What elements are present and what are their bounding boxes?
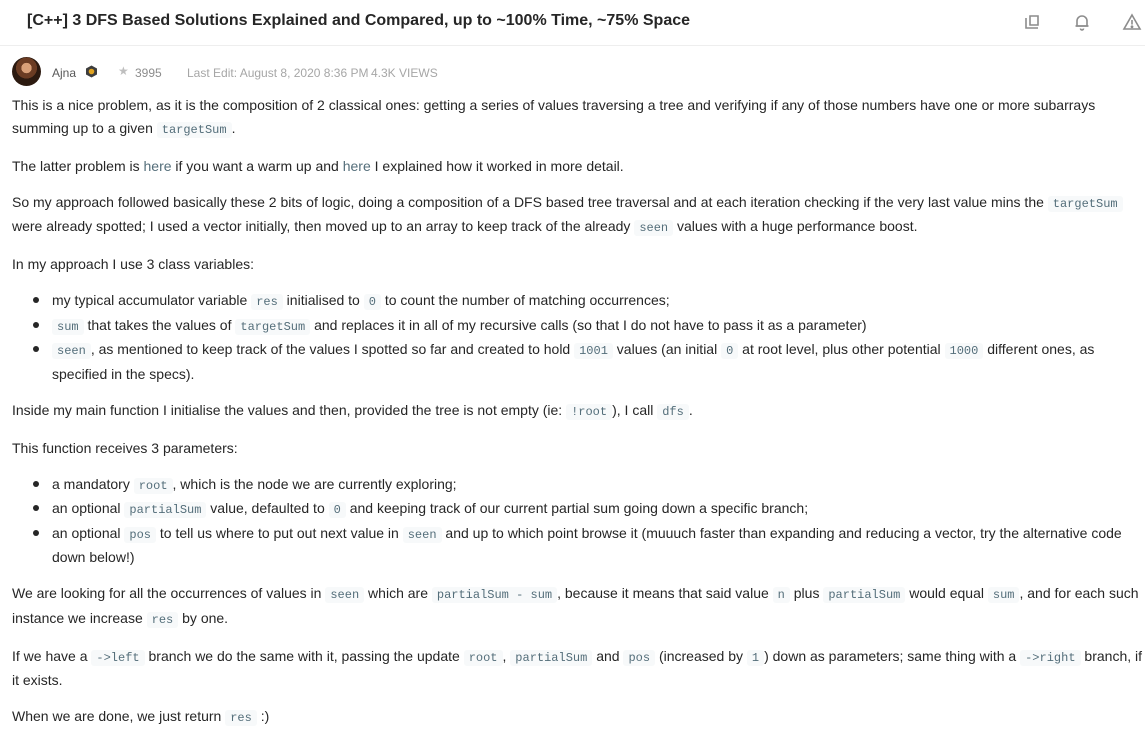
bell-icon[interactable] [1072, 12, 1092, 32]
inline-code: partialSum [510, 649, 593, 666]
author-name[interactable]: Ajna [52, 66, 76, 80]
inline-code: pos [623, 649, 656, 666]
paragraph: When we are done, we just return res :) [12, 708, 270, 726]
list-item: seen, as mentioned to keep track of the … [33, 338, 1145, 385]
list-item: an optional pos to tell us where to put … [33, 522, 1145, 569]
reputation-count: 3995 [135, 66, 162, 80]
paragraph: If we have a ->left branch we do the sam… [12, 647, 1143, 689]
warning-icon[interactable] [1122, 12, 1142, 32]
paragraph: Inside my main function I initialise the… [12, 401, 693, 420]
inline-code: 0 [363, 294, 381, 310]
post-header: [C++] 3 DFS Based Solutions Explained an… [0, 0, 1145, 46]
inline-code: seen [634, 220, 674, 236]
inline-code: 0 [328, 502, 346, 518]
inline-code: !root [566, 403, 613, 420]
inline-code: partialSum - sum [431, 587, 558, 603]
paragraph: This is a nice problem, as it is the com… [12, 97, 1096, 138]
paragraph: So my approach followed basically these … [12, 191, 1145, 240]
inline-code: dfs [657, 403, 689, 420]
inline-code: targetSum [156, 121, 232, 138]
inline-code: pos [124, 526, 157, 543]
list-item: my typical accumulator variable res init… [33, 289, 1145, 314]
inline-code: seen [325, 587, 365, 603]
paragraph: This function receives 3 parameters: [12, 439, 238, 456]
share-icon[interactable] [1022, 12, 1042, 32]
inline-code: root [133, 477, 173, 494]
inline-code: 1001 [574, 343, 613, 359]
view-count: 4.3K VIEWS [371, 66, 438, 80]
paragraph: In my approach I use 3 class variables: [12, 256, 255, 272]
inline-code: targetSum [1047, 195, 1123, 212]
link-warmup[interactable]: here [144, 158, 172, 174]
inline-code: seen [402, 526, 442, 543]
inline-code: 0 [721, 343, 739, 359]
inline-code: res [225, 710, 257, 726]
inline-code: seen [52, 343, 91, 359]
inline-code: sum [52, 318, 84, 335]
star-icon: ★ [118, 64, 129, 78]
inline-code: partialSum [124, 502, 207, 518]
inline-code: 1000 [944, 343, 984, 359]
paragraph: The latter problem is here if you want a… [12, 157, 624, 174]
inline-code: n [772, 587, 790, 603]
badge-icon [85, 65, 98, 78]
post-title: [C++] 3 DFS Based Solutions Explained an… [27, 12, 691, 29]
inline-code: targetSum [235, 318, 311, 335]
inline-code: sum [987, 587, 1020, 603]
inline-code: res [251, 294, 283, 310]
inline-code: res [146, 611, 179, 628]
parameters-list: a mandatory root, which is the node we a… [12, 473, 1145, 569]
class-variables-list: my typical accumulator variable res init… [12, 289, 1145, 385]
inline-code: 1 [746, 649, 765, 666]
inline-code: root [463, 649, 503, 666]
avatar[interactable] [12, 57, 41, 86]
last-edit: Last Edit: August 8, 2020 8:36 PM [187, 66, 369, 80]
list-item: a mandatory root, which is the node we a… [33, 473, 1145, 498]
inline-code: ->left [91, 649, 145, 666]
post-meta: Ajna ★ 3995 Last Edit: August 8, 2020 8:… [12, 57, 912, 87]
inline-code: ->right [1020, 649, 1081, 666]
list-item: sum that takes the values of targetSum a… [33, 314, 1145, 339]
inline-code: partialSum [823, 587, 906, 603]
list-item: an optional partialSum value, defaulted … [33, 497, 1145, 522]
paragraph: We are looking for all the occurrences o… [12, 585, 1139, 628]
link-explanation[interactable]: here [343, 158, 371, 174]
post-content: This is a nice problem, as it is the com… [12, 94, 1145, 743]
